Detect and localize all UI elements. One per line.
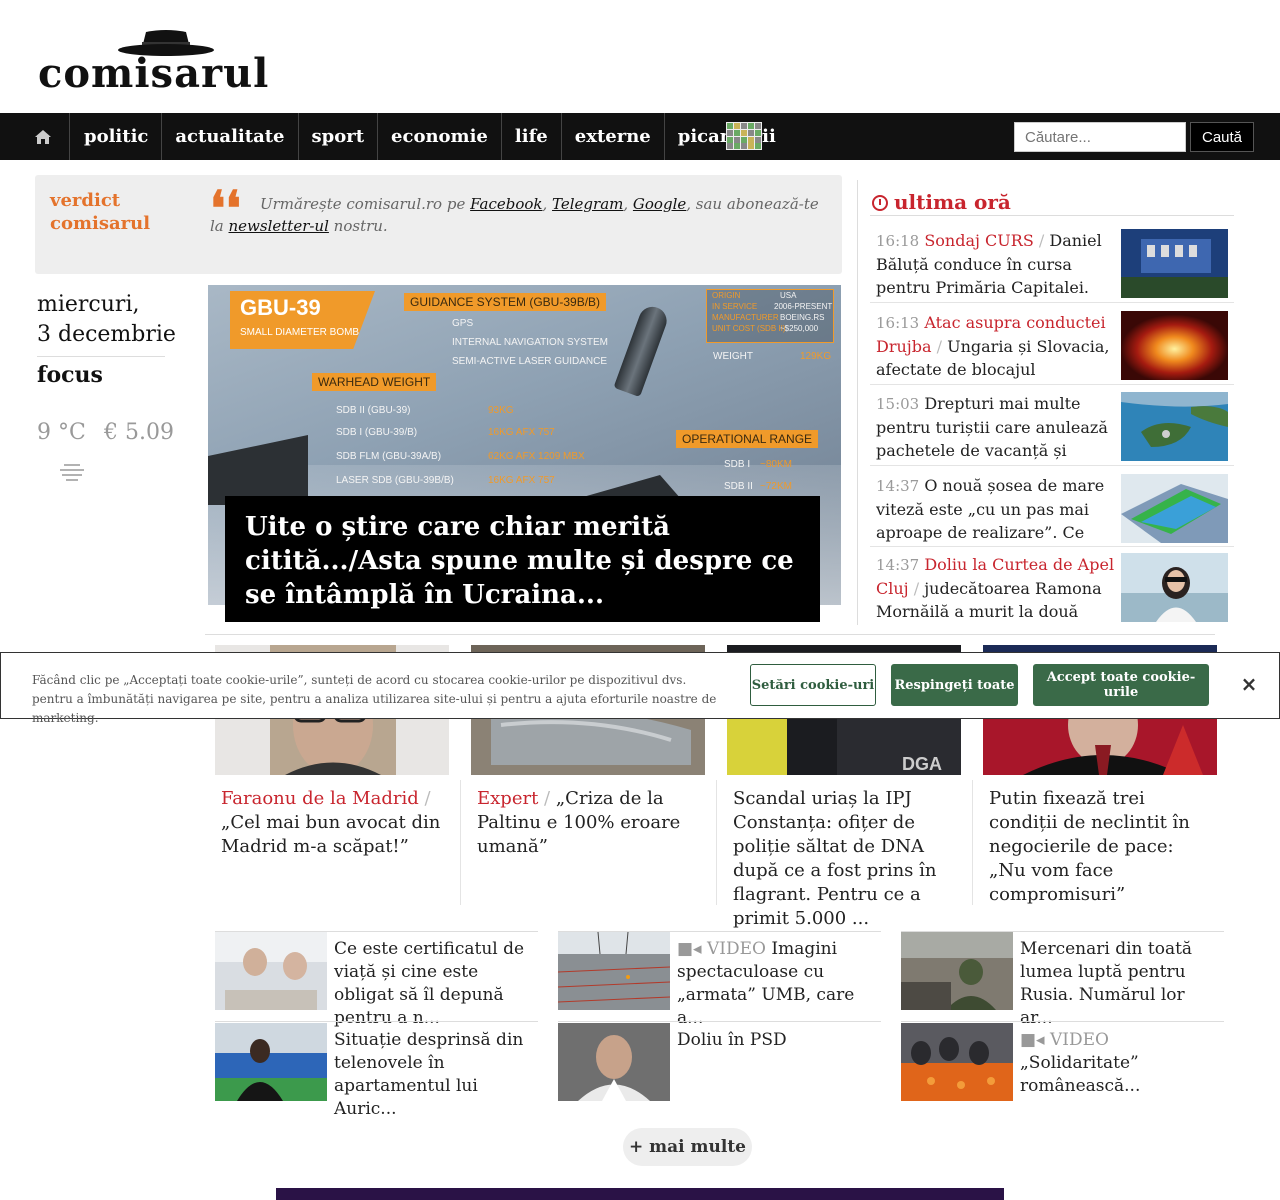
close-icon[interactable]: × [1237,672,1261,696]
temperature: 9 °C [37,420,86,445]
hero-headline[interactable]: Uite o știre care chiar merită citită...… [225,496,820,622]
article-image [558,932,670,1010]
verdict-text: Urmărește comisarul.ro pe Facebook, Tele… [210,195,819,235]
article-list-item[interactable]: ■◂ VIDEO „Solidaritate” românească... [901,1023,1224,1105]
bomb-graphic [613,302,671,398]
news-thumbnail [1121,392,1228,461]
reject-all-button[interactable]: Respingeți toate [891,664,1018,706]
article-image [901,932,1013,1010]
clock-icon [872,195,888,211]
euro-rate: € 5.09 [104,420,174,445]
site-logo[interactable]: comisarul [38,24,288,97]
nav-item-politic[interactable]: politic [71,113,163,160]
article-image [215,1023,327,1101]
latest-news-title: ultima oră [872,190,1011,214]
cookie-text: Făcând clic pe „Acceptați toate cookie-u… [32,673,717,725]
telegram-link[interactable]: Telegram [552,195,623,213]
latest-news-item[interactable]: 14:37 Doliu la Curtea de Apel Cluj / jud… [876,553,1231,631]
nav-home[interactable] [16,113,70,160]
nav-item-actualitate[interactable]: actualitate [162,113,299,160]
latest-news-item[interactable]: 16:18 Sondaj CURS / Daniel Băluță conduc… [876,229,1231,307]
latest-news-item[interactable]: 16:13 Atac asupra conductei Drujba / Ung… [876,311,1231,389]
video-icon: ■◂ [677,939,702,959]
news-thumbnail [1121,311,1228,380]
ad-banner[interactable] [276,1188,1004,1200]
cookie-consent-bar: Făcând clic pe „Acceptați toate cookie-u… [0,652,1280,725]
logo-wordmark: comisarul [38,50,270,97]
article-image [558,1023,670,1101]
column-divider [857,180,858,625]
cookie-settings-button[interactable]: Setări cookie-uri [750,664,876,706]
search-input[interactable] [1014,122,1186,152]
article-list-item[interactable]: Doliu în PSD [558,1023,881,1105]
home-icon [34,129,51,144]
latest-news-item[interactable]: 14:37 O nouă șosea de mare viteză este „… [876,474,1231,552]
divider [37,356,165,357]
nav-item-life[interactable]: life [502,113,562,160]
wordle-grid-icon[interactable] [726,122,762,150]
article-image [215,932,327,1010]
load-more-button[interactable]: + mai multe [623,1128,752,1166]
article-list-item[interactable]: Mercenari din toată lumea luptă pentru R… [901,932,1224,1028]
nav-item-externe[interactable]: externe [562,113,665,160]
verdict-box: verdict comisarul ❛❛ Urmărește comisarul… [35,175,842,274]
accept-all-button[interactable]: Accept toate cookie-urile [1033,664,1209,706]
svg-text:DGA: DGA [902,754,942,774]
focus-link[interactable]: focus [37,362,103,388]
nav-item-economie[interactable]: economie [378,113,502,160]
newsletter-link[interactable]: newsletter-ul [229,217,329,235]
article-image [901,1023,1013,1101]
latest-news-item[interactable]: 15:03 Drepturi mai multe pentru turiștii… [876,392,1231,470]
news-thumbnail [1121,229,1228,298]
main-nav: politic actualitate sport economie life … [0,113,1280,160]
fog-icon [60,464,84,481]
search-button[interactable]: Caută [1190,122,1254,152]
current-date: miercuri, 3 decembrie [37,292,176,347]
video-icon: ■◂ [1020,1030,1045,1050]
nav-item-sport[interactable]: sport [299,113,379,160]
article-list-item[interactable]: Situație desprinsă din telenovele în apa… [215,1023,538,1119]
section-divider [205,634,1215,635]
news-thumbnail [1121,553,1228,622]
facebook-link[interactable]: Facebook [470,195,542,213]
article-list-item[interactable]: ■◂ VIDEO Imagini spectaculoase cu „armat… [558,932,881,1028]
article-list-item[interactable]: Ce este certificatul de viață și cine es… [215,932,538,1028]
google-link[interactable]: Google [633,195,686,213]
verdict-title: verdict comisarul [50,190,151,234]
news-thumbnail [1121,474,1228,543]
